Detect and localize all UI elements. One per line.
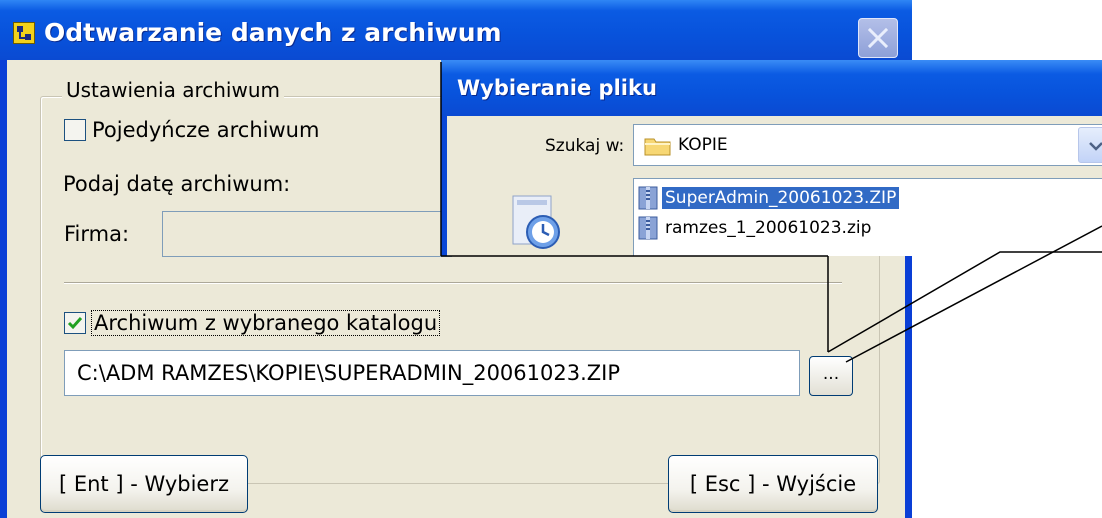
exit-button[interactable]: [ Esc ] - Wyjście: [668, 455, 878, 513]
catalog-archive-checkbox[interactable]: Archiwum z wybranego katalogu: [64, 310, 441, 336]
archive-path-field[interactable]: C:\ADM RAMZES\KOPIE\SUPERADMIN_20061023.…: [64, 350, 800, 396]
single-archive-label: Pojedyńcze archiwum: [92, 118, 320, 142]
title-bar[interactable]: Odtwarzanie danych z archiwum: [0, 0, 912, 60]
divider: [64, 282, 842, 284]
catalog-archive-label: Archiwum z wybranego katalogu: [90, 310, 441, 336]
folder-icon: [644, 138, 671, 156]
checkmark-icon: [67, 317, 83, 330]
file-item[interactable]: SuperAdmin_20061023.ZIP: [638, 185, 900, 211]
file-dialog-client-area: Szukaj w: KOPIE SuperAdmin_20061023.ZIP …: [447, 116, 1102, 256]
close-button[interactable]: [858, 18, 898, 58]
file-dialog-title-bar[interactable]: Wybieranie pliku: [441, 60, 1102, 116]
zip-file-icon: [638, 216, 658, 240]
window-title: Odtwarzanie danych z archiwum: [44, 18, 502, 47]
file-item[interactable]: ramzes_1_20061023.zip: [638, 215, 874, 241]
look-in-dropdown[interactable]: KOPIE: [633, 124, 1102, 166]
browse-button[interactable]: ...: [809, 356, 853, 396]
app-icon: [13, 22, 35, 44]
checkbox-box[interactable]: [64, 312, 86, 334]
company-field[interactable]: [162, 211, 452, 257]
file-list[interactable]: SuperAdmin_20061023.ZIP ramzes_1_2006102…: [633, 178, 1102, 256]
group-title: Ustawienia archiwum: [62, 78, 285, 102]
file-name: ramzes_1_20061023.zip: [665, 218, 872, 238]
single-archive-checkbox[interactable]: Pojedyńcze archiwum: [64, 118, 319, 142]
recent-places-icon[interactable]: [509, 190, 565, 254]
chevron-down-icon: [1089, 142, 1102, 151]
file-dialog-title: Wybieranie pliku: [457, 76, 657, 100]
file-name: SuperAdmin_20061023.ZIP: [662, 187, 900, 209]
zip-file-icon: [638, 186, 658, 210]
close-icon: [867, 27, 889, 49]
look-in-label: Szukaj w:: [545, 136, 625, 156]
archive-date-label: Podaj datę archiwum:: [63, 172, 291, 196]
select-button[interactable]: [ Ent ] - Wybierz: [40, 455, 248, 513]
dropdown-arrow-button[interactable]: [1078, 127, 1102, 163]
company-label: Firma:: [64, 222, 130, 246]
checkbox-box[interactable]: [64, 119, 86, 141]
look-in-value: KOPIE: [678, 135, 728, 155]
file-picker-dialog: Wybieranie pliku Szukaj w: KOPIE SuperAd…: [441, 60, 1102, 256]
